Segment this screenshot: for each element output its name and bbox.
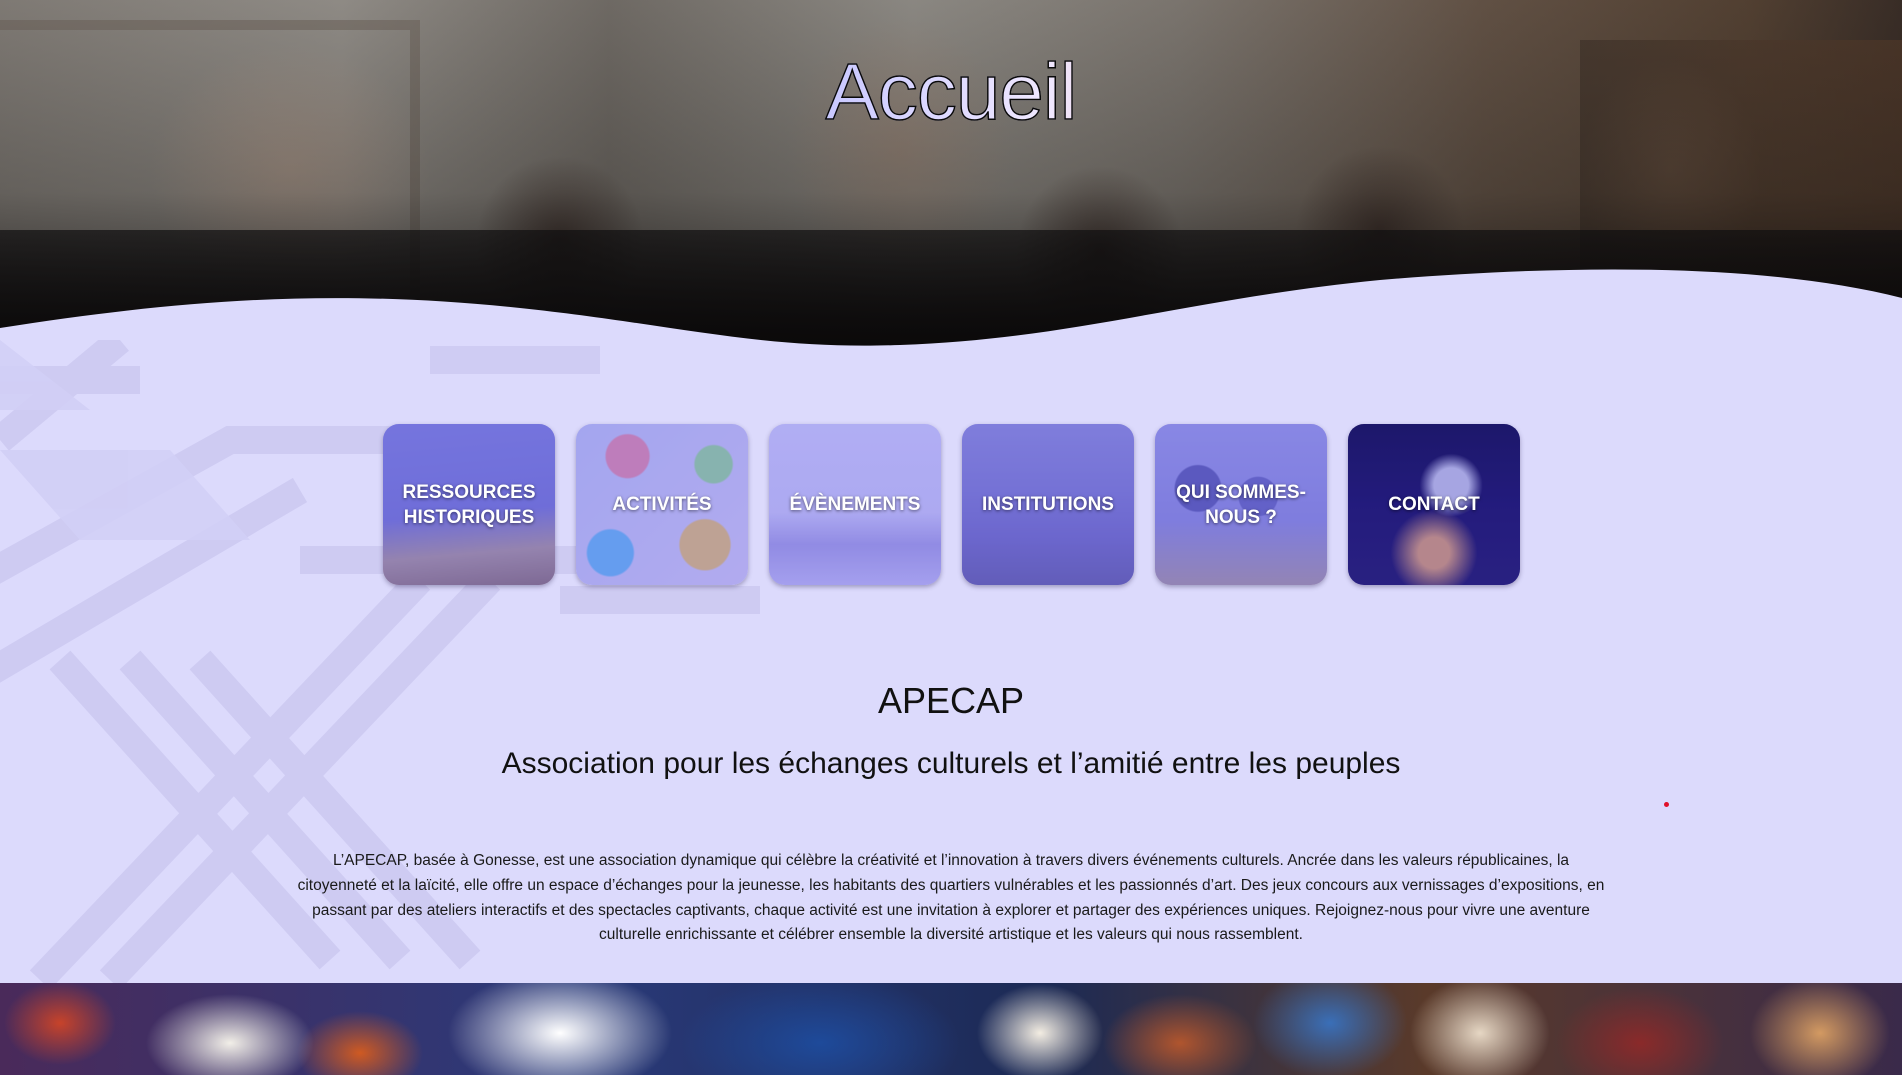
- hero-banner: Accueil: [0, 0, 1902, 350]
- hero-wave-divider: [0, 269, 1902, 350]
- organization-tagline: Association pour les échanges culturels …: [501, 747, 1401, 780]
- cultural-artwork-banner: [0, 983, 1902, 1075]
- nav-card-label: Ressources historiques: [402, 481, 536, 528]
- nav-card-label: Évènements: [789, 494, 921, 515]
- organization-description: L’APECAP, basée à Gonesse, est une assoc…: [297, 852, 1605, 944]
- nav-card-label: Qui sommes-nous ?: [1176, 481, 1306, 528]
- main-navigation: Ressources historiques Activités Évèneme…: [383, 424, 1520, 585]
- nav-card-contact[interactable]: Contact: [1348, 424, 1520, 585]
- nav-card-label: Activités: [612, 494, 712, 515]
- page-title: Accueil: [0, 51, 1902, 133]
- nav-card-institutions[interactable]: Institutions: [962, 424, 1134, 585]
- nav-card-evenements[interactable]: Évènements: [769, 424, 941, 585]
- nav-card-label: Institutions: [982, 494, 1114, 515]
- nav-card-label: Contact: [1388, 494, 1480, 515]
- nav-card-qui-sommes-nous[interactable]: Qui sommes-nous ?: [1155, 424, 1327, 585]
- decorative-dot: [1664, 802, 1669, 807]
- organization-name: APECAP: [877, 680, 1025, 721]
- nav-card-ressources-historiques[interactable]: Ressources historiques: [383, 424, 555, 585]
- nav-card-activites[interactable]: Activités: [576, 424, 748, 585]
